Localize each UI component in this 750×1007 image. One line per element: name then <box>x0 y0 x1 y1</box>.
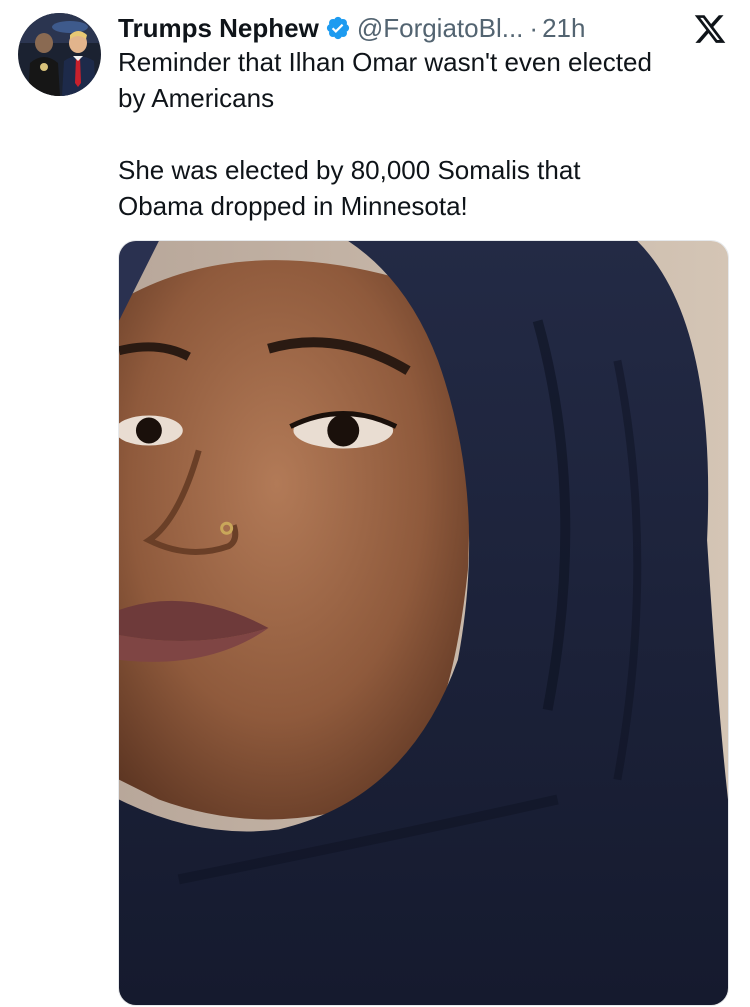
post-media-photo[interactable] <box>118 240 729 1006</box>
post-timestamp[interactable]: 21h <box>542 8 585 48</box>
post-text: Reminder that Ilhan Omar wasn't even ele… <box>118 44 728 224</box>
post-text-line: Obama dropped in Minnesota! <box>118 191 468 221</box>
post-header: Trumps Nephew @ForgiatoBl... · 21h <box>118 8 718 48</box>
portrait-photo <box>119 241 728 1005</box>
x-logo-icon[interactable] <box>692 12 728 46</box>
header-separator: · <box>529 13 539 43</box>
post-text-line: by Americans <box>118 83 275 113</box>
post-text-line: Reminder that Ilhan Omar wasn't even ele… <box>118 47 652 77</box>
author-display-name[interactable]: Trumps Nephew <box>118 8 319 48</box>
author-handle[interactable]: @ForgiatoBl... <box>357 8 524 48</box>
avatar-image <box>18 13 101 96</box>
author-avatar[interactable] <box>18 13 101 96</box>
post-text-line: She was elected by 80,000 Somalis that <box>118 155 581 185</box>
verified-badge-icon <box>325 15 351 41</box>
